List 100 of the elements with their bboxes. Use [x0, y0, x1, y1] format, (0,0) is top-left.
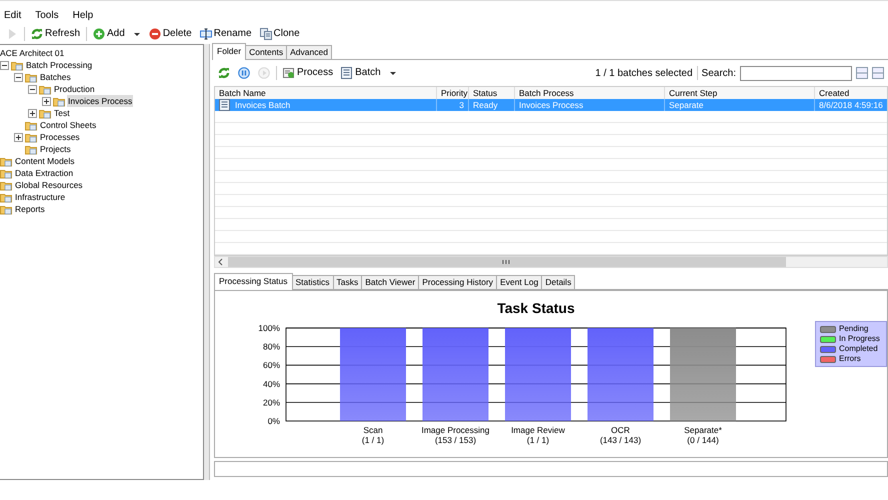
rename-icon: [200, 28, 212, 40]
axis-label: 100%: [258, 323, 280, 333]
batch-button[interactable]: Batch: [339, 66, 383, 80]
tree-item[interactable]: Data Extraction: [14, 166, 74, 180]
folder-icon: [0, 203, 12, 215]
table-cell: Invoices Batch: [215, 99, 437, 111]
menu-item[interactable]: Edit: [4, 8, 22, 23]
legend-label: In Progress: [839, 334, 880, 344]
axis-label: 60%: [262, 360, 280, 370]
refresh-icon: [31, 28, 43, 40]
add-icon: [93, 28, 106, 40]
menu-item[interactable]: Help: [72, 8, 94, 23]
delete-icon: [148, 28, 161, 40]
tree-item[interactable]: Reports: [14, 202, 46, 216]
tab[interactable]: Folder: [212, 43, 246, 60]
column-header[interactable]: Created: [815, 87, 887, 99]
tab[interactable]: Tasks: [332, 275, 362, 289]
view-icon[interactable]: [872, 67, 884, 79]
folder-icon: [0, 191, 12, 203]
folder-icon: [53, 95, 65, 107]
tab[interactable]: Statistics: [292, 275, 334, 289]
tree-root[interactable]: ACE Architect 01: [0, 47, 203, 59]
table-cell: Invoices Process: [515, 99, 665, 111]
tree-item[interactable]: Test: [53, 106, 71, 120]
menu-item[interactable]: Tools: [35, 8, 59, 23]
refresh-button[interactable]: [216, 67, 232, 79]
play-icon: [258, 67, 270, 79]
folder-icon: [25, 131, 37, 143]
play-icon: [6, 28, 18, 40]
tree-item[interactable]: Infrastructure: [14, 190, 66, 204]
tab[interactable]: Contents: [245, 45, 288, 59]
tree-item[interactable]: Batch Processing: [25, 58, 94, 72]
legend-label: Pending: [839, 324, 868, 334]
axis-label: 40%: [262, 378, 280, 389]
pause-button[interactable]: [236, 67, 252, 79]
expand-icon[interactable]: [42, 96, 51, 106]
tree-item[interactable]: Invoices Process: [67, 94, 134, 108]
collapse-icon[interactable]: [14, 72, 23, 82]
category-label: OCR (143 / 143): [600, 425, 642, 445]
add-button[interactable]: Add: [91, 27, 127, 41]
clone-icon: [260, 28, 272, 40]
tab[interactable]: Event Log: [496, 275, 542, 289]
column-header[interactable]: Priority: [437, 87, 469, 99]
process-button[interactable]: Process: [281, 66, 336, 80]
tree-item[interactable]: Projects: [39, 142, 72, 156]
search-field[interactable]: [740, 66, 852, 80]
tree-item[interactable]: Production: [53, 82, 96, 96]
batch-icon: [219, 99, 231, 111]
tab[interactable]: Processing History: [418, 275, 498, 289]
legend-label: Errors: [839, 354, 861, 364]
tree-item[interactable]: Content Models: [14, 154, 76, 168]
table-cell: Separate: [665, 99, 815, 111]
axis-label: 80%: [262, 342, 280, 352]
column-header[interactable]: Status: [469, 87, 515, 99]
tab[interactable]: Processing Status: [214, 273, 293, 290]
tab[interactable]: Batch Viewer: [361, 275, 420, 289]
process-icon: [283, 67, 295, 79]
tree-item[interactable]: Control Sheets: [39, 118, 98, 132]
expand-icon[interactable]: [28, 108, 37, 118]
tree-item[interactable]: Batches: [39, 70, 72, 84]
folder-icon: [11, 59, 23, 71]
tree-item[interactable]: Global Resources: [14, 178, 84, 192]
rename-button[interactable]: Rename: [198, 27, 254, 41]
delete-button[interactable]: Delete: [146, 27, 194, 41]
legend-label: Completed: [839, 344, 878, 354]
selection-count: 1 / 1 batches selected: [595, 66, 693, 80]
category-label: Image Review (1 / 1): [511, 425, 565, 445]
folder-icon: [25, 119, 37, 131]
chart-title: Task Status: [497, 300, 575, 316]
tab[interactable]: Advanced: [286, 45, 332, 59]
category-label: Image Processing (153 / 153): [421, 425, 490, 445]
scrollbar-thumb[interactable]: [227, 257, 787, 267]
folder-icon: [0, 155, 12, 167]
table-cell: 8/6/2018 4:59:16: [815, 99, 887, 111]
pause-icon: [238, 67, 250, 79]
folder-icon: [0, 167, 12, 179]
axis-label: 0%: [268, 416, 280, 426]
folder-icon: [39, 83, 51, 95]
folder-icon: [39, 107, 51, 119]
tree-item[interactable]: Processes: [39, 130, 81, 144]
column-header[interactable]: Batch Process: [515, 87, 665, 99]
collapse-icon[interactable]: [0, 60, 9, 70]
collapse-icon[interactable]: [28, 84, 37, 94]
category-label: Scan (1 / 1): [362, 425, 384, 445]
folder-icon: [25, 143, 37, 155]
tab[interactable]: Details: [541, 275, 576, 289]
table-cell: 3: [437, 99, 469, 111]
column-header[interactable]: Current Step: [665, 87, 815, 99]
category-label: Separate* (0 / 144): [684, 425, 722, 445]
batch-icon: [341, 67, 354, 79]
axis-label: 20%: [262, 397, 280, 408]
view-icon[interactable]: [856, 67, 868, 79]
refresh-button[interactable]: Refresh: [29, 27, 82, 41]
search-label: Search:: [702, 66, 736, 80]
folder-icon: [25, 71, 37, 83]
expand-icon[interactable]: [14, 132, 23, 142]
column-header[interactable]: Batch Name: [215, 87, 437, 99]
table-cell: Ready: [469, 99, 515, 111]
refresh-icon: [218, 67, 230, 79]
clone-button[interactable]: Clone: [258, 27, 302, 41]
